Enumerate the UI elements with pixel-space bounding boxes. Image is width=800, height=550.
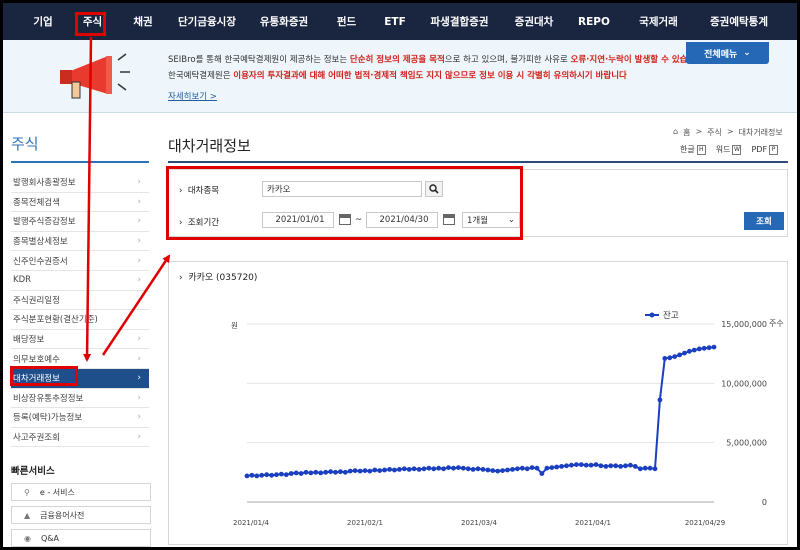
annotation-arrow-up <box>101 254 171 356</box>
browser-viewport: 기업 주식 채권 단기금융시장 유통화증권 펀드 ETF 파생결합증권 증권대차 REPO 국제거래… <box>3 3 797 547</box>
annotation-arrows <box>83 36 171 362</box>
annotation-arrow-down <box>83 36 93 362</box>
